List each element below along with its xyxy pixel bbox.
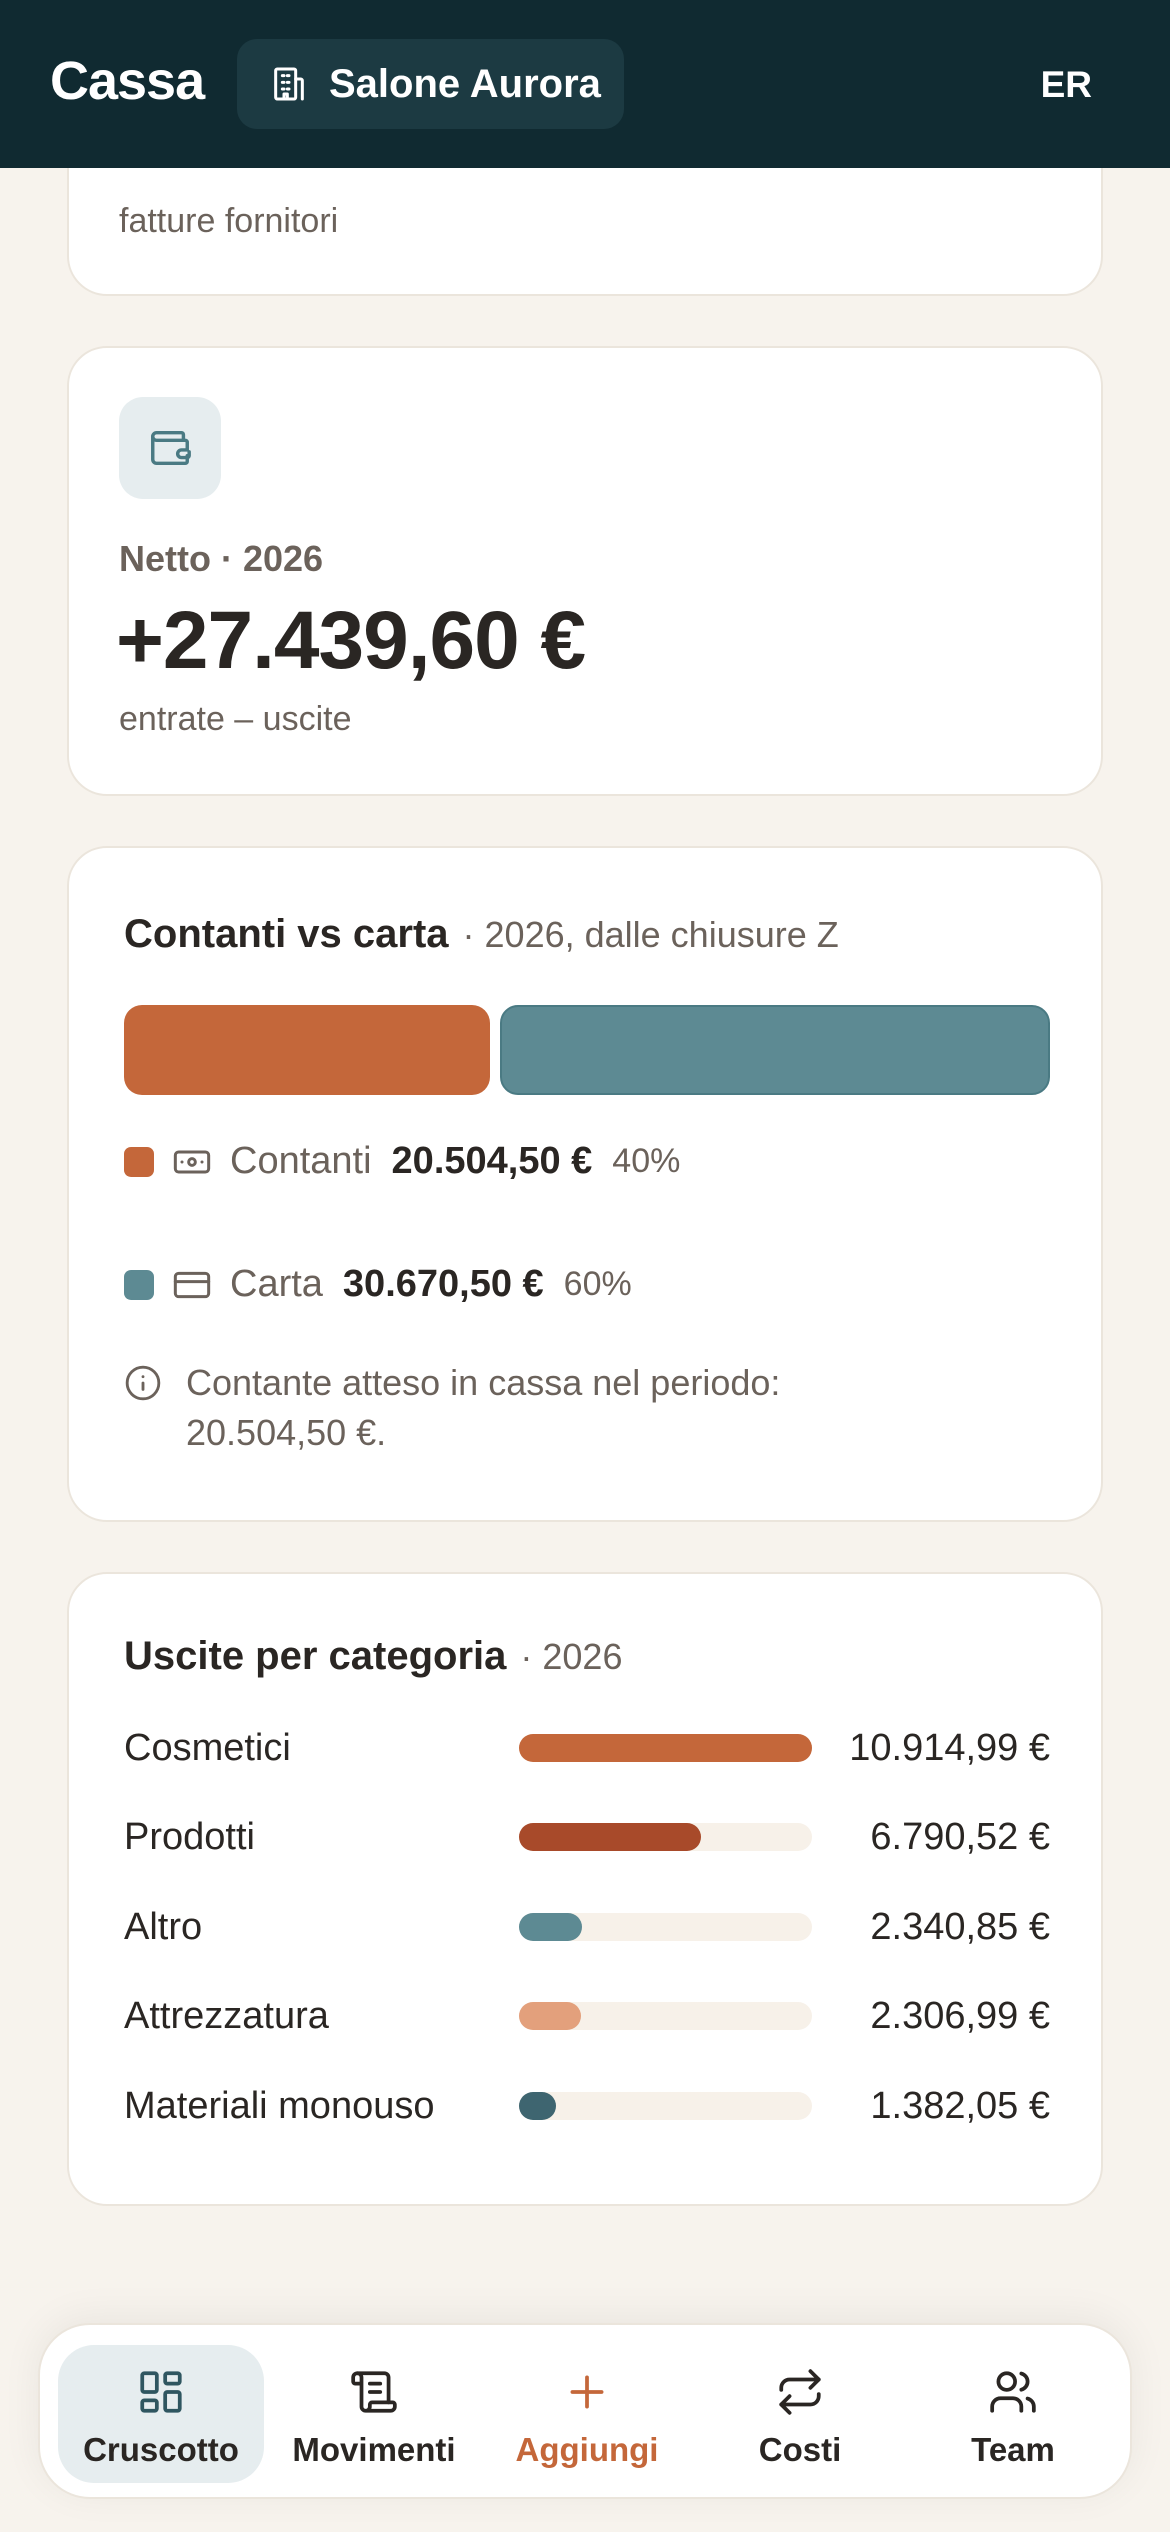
wallet-icon-box — [119, 397, 221, 499]
cash-amount: 20.504,50 € — [391, 1140, 593, 1182]
card-color-swatch — [124, 1269, 154, 1300]
banknote-icon — [173, 1150, 211, 1173]
category-row: Attrezzatura 2.306,99 € — [124, 1986, 1050, 2046]
category-name: Altro — [124, 1905, 203, 1948]
nav-label: Aggiungi — [515, 2431, 659, 2468]
receipt-icon — [351, 2371, 397, 2413]
cash-percent: 40% — [612, 1142, 681, 1180]
cash-label: Contanti — [230, 1140, 372, 1182]
nav-label: Movimenti — [292, 2431, 456, 2468]
app-title: Cassa — [50, 51, 205, 111]
category-name: Cosmetici — [124, 1726, 291, 1769]
cash-vs-card-title: Contanti vs carta · 2026, dalle chiusure … — [124, 912, 839, 957]
cash-color-swatch — [124, 1146, 154, 1177]
bottom-nav: Cruscotto Movimenti Aggiungi Costi Team — [38, 2323, 1132, 2499]
category-row: Altro 2.340,85 € — [124, 1897, 1050, 1957]
nav-label: Team — [971, 2431, 1055, 2468]
category-bar-track — [519, 2092, 812, 2120]
category-value: 2.340,85 € — [870, 1905, 1050, 1948]
nav-item-cruscotto[interactable]: Cruscotto — [58, 2345, 264, 2483]
category-bar-track — [519, 1823, 812, 1851]
plus-icon — [570, 2375, 604, 2409]
nav-label: Costi — [758, 2431, 842, 2468]
section-subtitle: · 2026, dalle chiusure Z — [462, 914, 839, 955]
nav-item-aggiungi[interactable]: Aggiungi — [484, 2345, 690, 2483]
category-bar-fill — [519, 1734, 812, 1762]
cash-note: Contante atteso in cassa nel periodo: 20… — [124, 1358, 886, 1458]
category-bar-fill — [519, 1823, 702, 1851]
nav-item-movimenti[interactable]: Movimenti — [271, 2345, 477, 2483]
legend-card: Carta 30.670,50 € 60% — [124, 1263, 632, 1306]
expenses-by-category-card: Uscite per categoria · 2026 Cosmetici 10.… — [67, 1572, 1103, 2206]
dashboard-icon — [140, 2371, 182, 2413]
note-text: Contante atteso in cassa nel periodo: 20… — [186, 1362, 781, 1453]
category-bar-fill — [519, 1913, 582, 1941]
net-card: Netto · 2026 +27.439,60 € entrate – usci… — [67, 346, 1103, 796]
card-label: Carta — [230, 1263, 323, 1305]
category-bar-track — [519, 1734, 812, 1762]
nav-item-team[interactable]: Team — [910, 2345, 1116, 2483]
salon-selector-button[interactable]: Salone Aurora — [237, 39, 624, 129]
section-subtitle: · 2026 — [520, 1636, 623, 1677]
category-row: Prodotti 6.790,52 € — [124, 1807, 1050, 1867]
category-bar-fill — [519, 2092, 557, 2120]
top-bar: Cassa Salone Aurora ER — [0, 0, 1170, 168]
repeat-icon — [779, 2369, 821, 2415]
card-share-bar — [500, 1005, 1050, 1095]
building-icon — [274, 67, 304, 101]
category-name: Attrezzatura — [124, 1994, 329, 2037]
section-title: Contanti vs carta — [124, 912, 449, 956]
nav-item-costi[interactable]: Costi — [697, 2345, 903, 2483]
info-icon — [125, 1365, 161, 1401]
card-amount: 30.670,50 € — [342, 1263, 544, 1305]
category-bar-track — [519, 1913, 812, 1941]
category-value: 2.306,99 € — [870, 1994, 1050, 2037]
net-value: +27.439,60 € — [116, 595, 586, 686]
category-value: 1.382,05 € — [870, 2084, 1050, 2127]
users-icon — [990, 2371, 1036, 2413]
user-initials-button[interactable]: ER — [1041, 64, 1092, 106]
salon-name: Salone Aurora — [329, 61, 601, 106]
nav-label: Cruscotto — [83, 2431, 239, 2468]
category-row: Materiali monouso 1.382,05 € — [124, 2076, 1050, 2136]
category-value: 6.790,52 € — [870, 1815, 1050, 1858]
cash-share-bar — [124, 1005, 490, 1095]
card-percent: 60% — [563, 1265, 632, 1303]
category-bar-track — [519, 2002, 812, 2030]
category-row: Cosmetici 10.914,99 € — [124, 1718, 1050, 1778]
cash-vs-card-card: Contanti vs carta · 2026, dalle chiusure … — [67, 846, 1103, 1522]
net-subtitle: entrate – uscite — [119, 700, 352, 738]
legend-cash: Contanti 20.504,50 € 40% — [124, 1140, 680, 1183]
category-bar-fill — [519, 2002, 581, 2030]
wallet-icon — [151, 430, 191, 466]
category-value: 10.914,99 € — [849, 1726, 1050, 1769]
section-title: Uscite per categoria — [124, 1634, 507, 1678]
credit-card-icon — [173, 1271, 211, 1298]
expenses-title: Uscite per categoria · 2026 — [124, 1634, 622, 1679]
net-label: Netto · 2026 — [119, 538, 324, 579]
category-name: Prodotti — [124, 1815, 255, 1858]
card-subtitle: fatture fornitori — [119, 202, 339, 240]
category-name: Materiali monouso — [124, 2084, 435, 2127]
